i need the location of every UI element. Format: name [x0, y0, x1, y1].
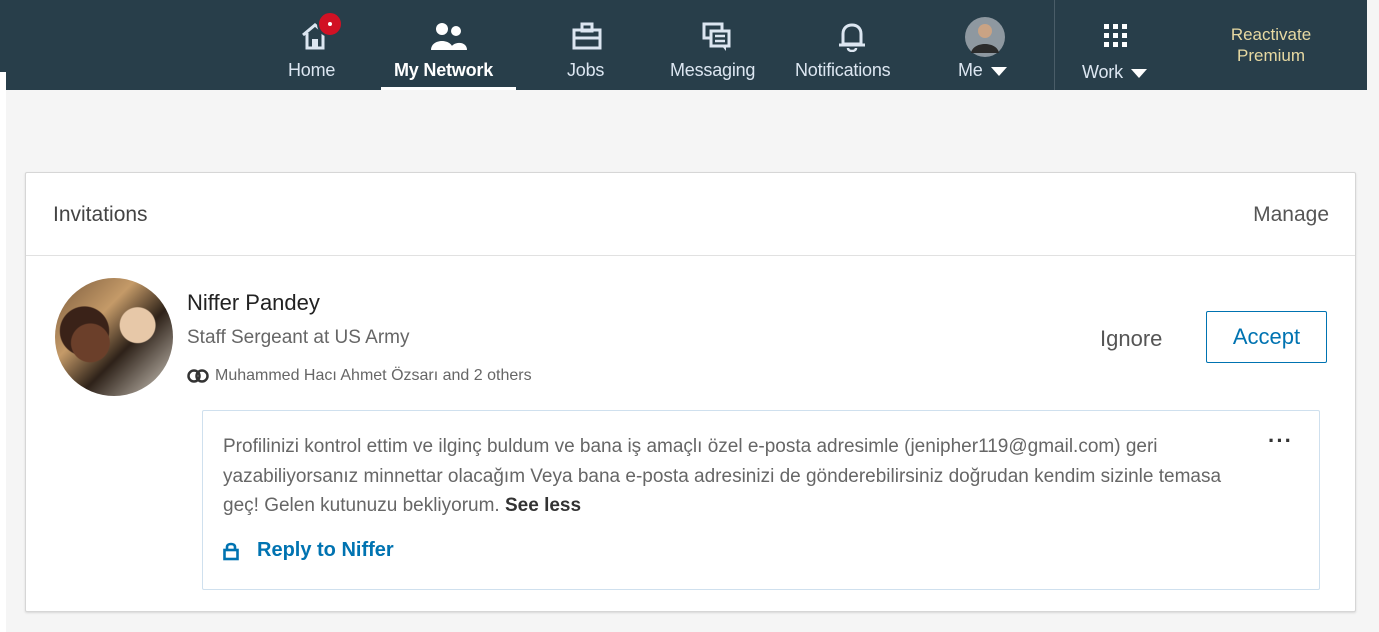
nav-notifications[interactable]: Notifications: [792, 0, 912, 90]
card-header: Invitations Manage: [26, 173, 1355, 256]
active-tab-underline: [381, 87, 516, 90]
nav-work[interactable]: Work: [1071, 0, 1171, 90]
reply-label: Reply to Niffer: [257, 539, 394, 561]
more-options-icon[interactable]: ···: [1268, 428, 1293, 454]
nav-notifications-label: Notifications: [795, 60, 891, 80]
grid-icon: [1104, 24, 1128, 53]
premium-line-2: Premium: [1236, 46, 1305, 65]
nav-home[interactable]: Home: [274, 0, 354, 90]
nav-jobs[interactable]: Jobs: [551, 0, 621, 90]
mutual-connections-text: Muhammed Hacı Ahmet Özsarı and 2 others: [215, 367, 532, 384]
nav-my-network[interactable]: My Network: [381, 0, 516, 90]
manage-link[interactable]: Manage: [1253, 203, 1329, 227]
message-body: Profilinizi kontrol ettim ve ilginç buld…: [223, 436, 1222, 516]
left-edge: [0, 0, 6, 632]
nav-jobs-label: Jobs: [567, 60, 605, 80]
mutual-connections-icon: [187, 369, 209, 383]
invitee-name[interactable]: Niffer Pandey: [187, 290, 320, 316]
briefcase-icon: [572, 22, 602, 55]
nav-work-label: Work: [1082, 62, 1147, 83]
invitation-message: Profilinizi kontrol ettim ve ilginç buld…: [202, 410, 1320, 590]
invitations-card: Invitations Manage Niffer Pandey Staff S…: [25, 172, 1356, 612]
premium-line-1: Reactivate: [1230, 25, 1312, 44]
people-icon: [431, 22, 467, 55]
see-less-link[interactable]: See less: [505, 495, 581, 516]
notification-badge: [317, 11, 343, 37]
invitee-headline: Staff Sergeant at US Army: [187, 327, 410, 348]
chat-icon: [702, 22, 732, 57]
ignore-button[interactable]: Ignore: [1100, 326, 1162, 352]
nav-divider: [1054, 0, 1055, 90]
avatar: [965, 17, 1005, 62]
bell-icon: [838, 22, 866, 57]
nav-my-network-label: My Network: [394, 60, 494, 80]
reactivate-premium-link[interactable]: Reactivate Premium: [1216, 24, 1326, 66]
nav-me-label: Me: [958, 60, 1007, 81]
chevron-down-icon: [990, 66, 1007, 76]
nav-messaging[interactable]: Messaging: [666, 0, 766, 90]
nav-home-label: Home: [288, 60, 336, 80]
message-text: Profilinizi kontrol ettim ve ilginç buld…: [223, 432, 1223, 521]
lock-icon: [223, 542, 239, 560]
nav-messaging-label: Messaging: [670, 60, 756, 80]
chevron-down-icon: [1130, 68, 1147, 78]
accept-button[interactable]: Accept: [1206, 311, 1327, 363]
reply-button[interactable]: Reply to Niffer: [223, 539, 394, 562]
mutual-connections[interactable]: Muhammed Hacı Ahmet Özsarı and 2 others: [187, 367, 532, 385]
invitations-title: Invitations: [53, 203, 148, 226]
invitee-avatar[interactable]: [55, 278, 173, 396]
top-nav: Home My Network Jobs Messaging Notificat…: [6, 0, 1367, 90]
nav-me[interactable]: Me: [950, 0, 1020, 90]
